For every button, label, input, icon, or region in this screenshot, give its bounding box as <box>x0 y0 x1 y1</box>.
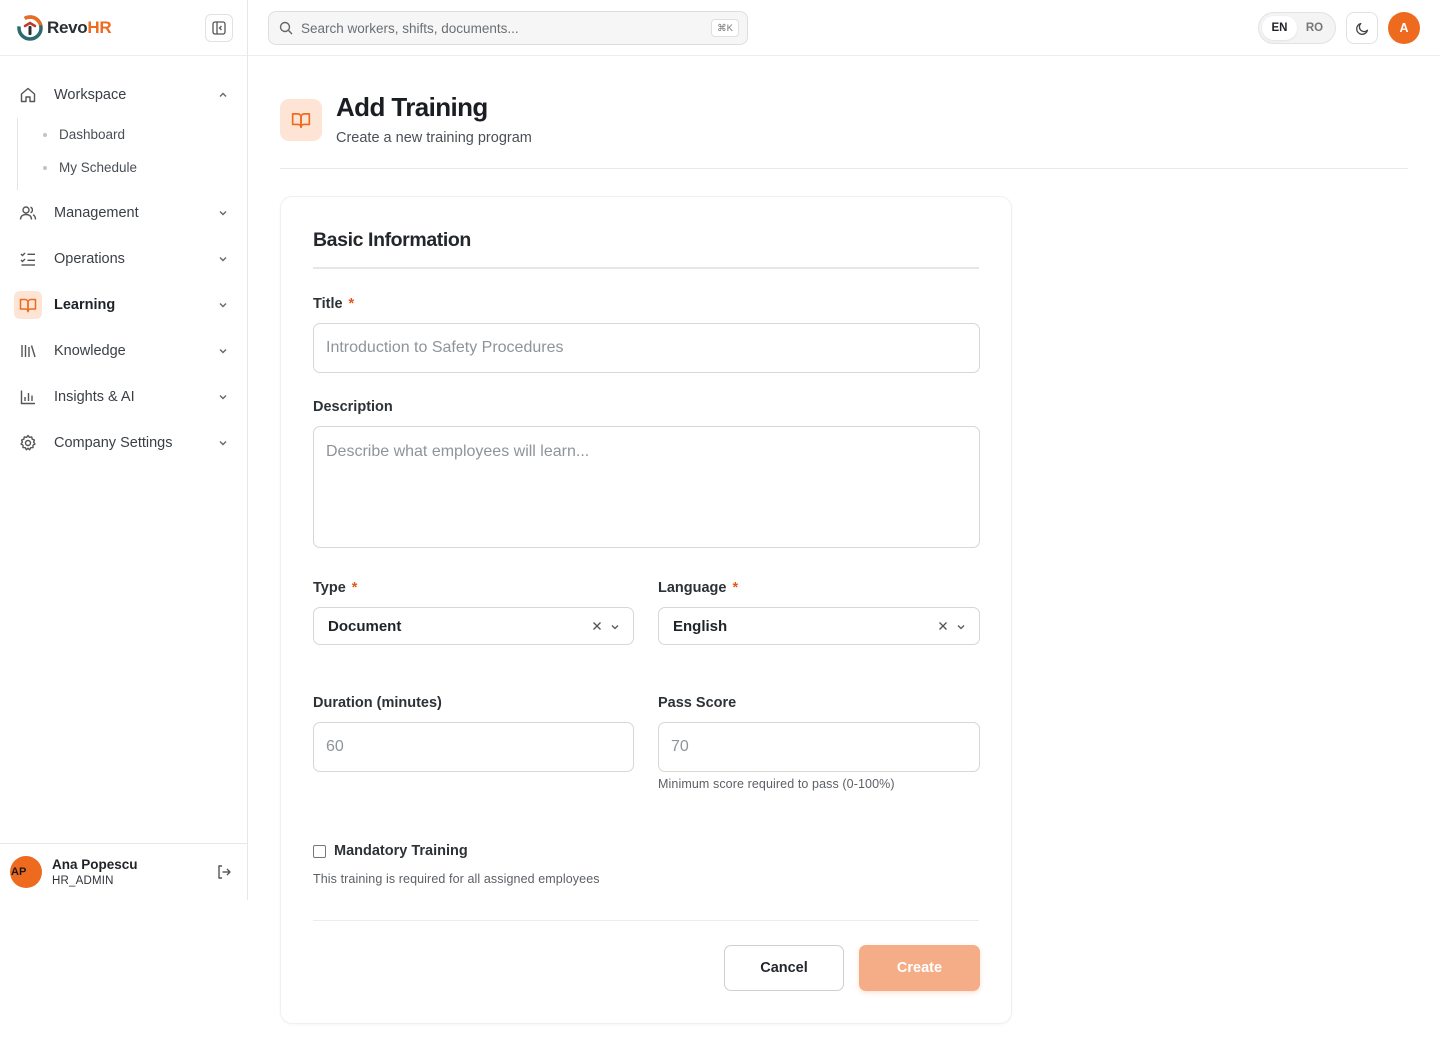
lang-en-button[interactable]: EN <box>1262 16 1297 40</box>
sidebar-item-label: Knowledge <box>54 343 126 359</box>
mandatory-label[interactable]: Mandatory Training <box>334 843 468 859</box>
sidebar-item-label: Workspace <box>54 87 127 103</box>
sidebar-item-insights-ai[interactable]: Insights & AI <box>8 374 237 420</box>
title-input[interactable] <box>313 323 980 373</box>
book-open-icon <box>14 291 42 319</box>
user-role: HR_ADMIN <box>52 875 114 887</box>
training-form-card: Basic Information Title* Description Typ… <box>280 196 1012 1024</box>
cancel-button[interactable]: Cancel <box>724 945 844 991</box>
search-input[interactable] <box>301 20 701 36</box>
chevron-down-icon <box>219 349 227 354</box>
required-marker: * <box>351 580 358 596</box>
logout-icon <box>218 865 231 879</box>
type-select-value: Document <box>328 617 402 635</box>
pass-score-input[interactable] <box>658 722 980 772</box>
page-subtitle: Create a new training program <box>336 130 532 146</box>
theme-toggle-button[interactable] <box>1346 12 1378 44</box>
section-title: Basic Information <box>313 229 979 269</box>
page-title: Add Training <box>336 92 488 122</box>
sidebar-nav: Workspace Dashboard My Schedule Manageme… <box>0 56 247 466</box>
language-label: Language * <box>658 580 739 596</box>
sidebar-subitem-label: Dashboard <box>59 127 126 142</box>
chevron-up-icon <box>219 92 227 97</box>
chevron-down-icon <box>219 441 227 446</box>
sidebar-item-label: Operations <box>54 251 125 267</box>
sidebar-item-label: Management <box>54 205 139 221</box>
sidebar-item-operations[interactable]: Operations <box>8 236 237 282</box>
required-marker: * <box>732 580 739 596</box>
chevron-down-icon <box>957 625 965 630</box>
revohr-logo[interactable]: RevoHR <box>16 14 112 42</box>
pass-score-label: Pass Score <box>658 695 737 711</box>
home-icon <box>16 83 40 107</box>
mandatory-row: Mandatory Training <box>313 843 468 859</box>
chevron-down-icon <box>219 303 227 308</box>
language-select[interactable]: English <box>658 607 980 645</box>
search-shortcut-badge: ⌘K <box>711 19 739 37</box>
moon-icon <box>1355 22 1368 35</box>
clear-icon[interactable] <box>937 620 949 632</box>
type-select[interactable]: Document <box>313 607 634 645</box>
logo-row: RevoHR <box>0 0 247 56</box>
user-profile: AP Ana Popescu HR_ADMIN <box>0 843 248 900</box>
sidebar-subitem-label: My Schedule <box>59 160 138 175</box>
sidebar-item-label: Learning <box>54 297 116 313</box>
form-divider <box>313 920 979 921</box>
user-avatar-button[interactable]: A <box>1388 12 1420 44</box>
pass-score-help: Minimum score required to pass (0-100%) <box>658 777 895 791</box>
users-icon <box>16 201 40 225</box>
mandatory-checkbox[interactable] <box>313 844 326 858</box>
page-icon <box>280 99 322 141</box>
book-open-icon <box>291 113 311 129</box>
title-label: Title * <box>313 296 355 312</box>
chevron-down-icon <box>219 211 227 216</box>
avatar[interactable]: AP <box>10 856 42 888</box>
revohr-logo-mark-icon <box>17 14 43 41</box>
logout-button[interactable] <box>216 864 232 880</box>
panel-left-icon <box>212 20 226 35</box>
workspace-submenu: Dashboard My Schedule <box>17 118 247 190</box>
create-button[interactable]: Create <box>859 945 980 991</box>
lang-ro-button[interactable]: RO <box>1297 16 1332 40</box>
sidebar-item-management[interactable]: Management <box>8 190 237 236</box>
language-toggle: EN RO <box>1258 12 1336 44</box>
user-name: Ana Popescu <box>52 857 138 872</box>
sidebar-item-label: Company Settings <box>54 435 173 451</box>
sidebar: RevoHR Workspace Dashboard My Schedule M… <box>0 0 248 900</box>
sidebar-item-label: Insights & AI <box>54 389 135 405</box>
duration-label: Duration (minutes) <box>313 695 442 711</box>
description-textarea[interactable] <box>313 426 980 548</box>
user-info: Ana Popescu HR_ADMIN <box>52 857 138 887</box>
sidebar-collapse-button[interactable] <box>205 13 233 42</box>
type-label: Type * <box>313 580 358 596</box>
sidebar-subitem-dashboard[interactable]: Dashboard <box>18 118 247 151</box>
duration-input[interactable] <box>313 722 634 772</box>
library-icon <box>16 339 40 363</box>
sidebar-item-company-settings[interactable]: Company Settings <box>8 420 237 466</box>
sidebar-item-learning[interactable]: Learning <box>8 282 237 328</box>
chevron-down-icon <box>219 395 227 400</box>
gear-icon <box>16 431 40 455</box>
language-select-value: English <box>673 617 728 635</box>
brand-name: RevoHR <box>47 17 112 37</box>
required-marker: * <box>348 296 355 312</box>
mandatory-help: This training is required for all assign… <box>313 872 600 886</box>
sidebar-item-workspace[interactable]: Workspace <box>8 72 237 118</box>
bar-chart-icon <box>16 385 40 409</box>
chevron-down-icon <box>611 625 619 630</box>
description-label: Description <box>313 399 393 415</box>
search-icon <box>279 21 293 35</box>
clear-icon[interactable] <box>591 620 603 632</box>
checklist-icon <box>16 247 40 271</box>
chevron-down-icon <box>219 257 227 262</box>
sidebar-subitem-my-schedule[interactable]: My Schedule <box>18 151 247 184</box>
search-bar[interactable]: ⌘K <box>268 11 748 45</box>
sidebar-item-knowledge[interactable]: Knowledge <box>8 328 237 374</box>
topbar: ⌘K EN RO A <box>248 0 1440 56</box>
page-header: Add Training Create a new training progr… <box>280 92 1408 169</box>
